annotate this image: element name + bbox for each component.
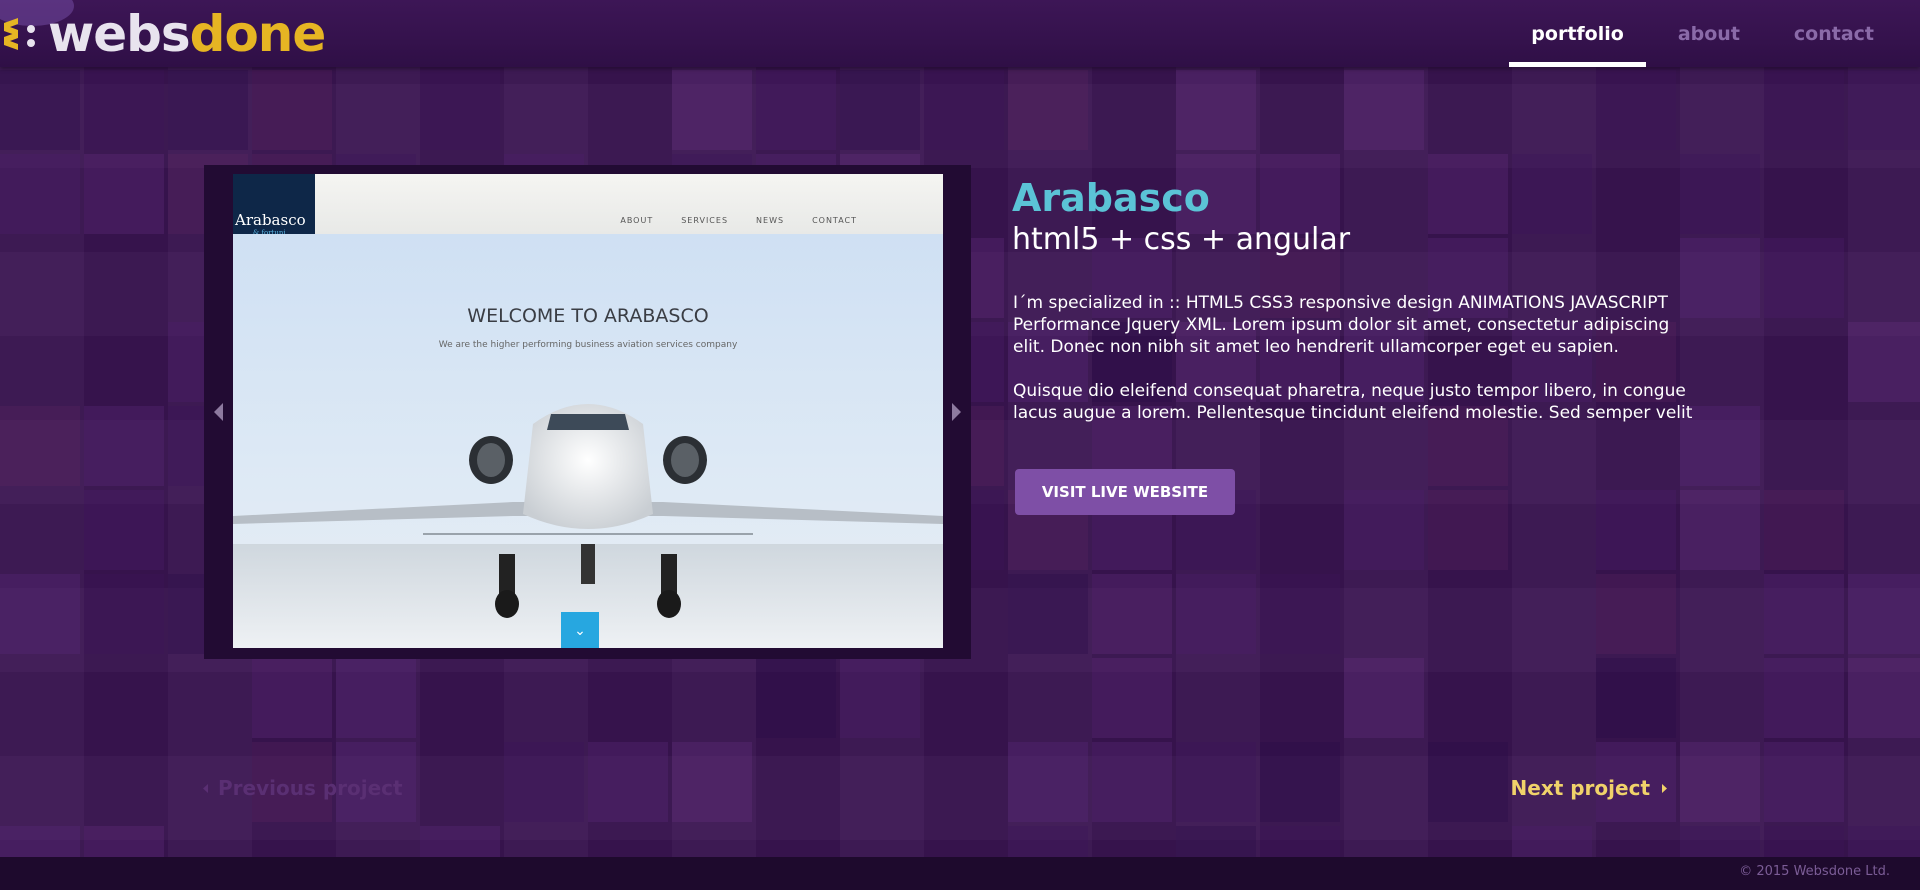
project-slider: Arabasco & fortuni ABOUT SERVICES NEWS C… (204, 165, 971, 659)
nav-item-portfolio[interactable]: portfolio (1509, 0, 1646, 67)
screenshot-subline: We are the higher performing business av… (438, 340, 738, 350)
screenshot-headline: WELCOME TO ARABASCO (467, 305, 709, 327)
nav-item-about[interactable]: about (1656, 0, 1762, 67)
project-description: I´m specialized in :: HTML5 CSS3 respons… (1013, 292, 1670, 357)
screenshot-logo-text: Arabasco (235, 211, 306, 229)
screenshot-scroll-down-icon: ⌄ (561, 612, 599, 648)
chevron-left-icon (203, 783, 208, 793)
chevron-left-icon (214, 403, 223, 421)
slider-prev-button[interactable] (204, 165, 232, 659)
chevron-right-icon (1662, 783, 1667, 793)
site-footer: © 2015 Websdone Ltd. (0, 857, 1920, 890)
chevron-right-icon (952, 403, 961, 421)
logo[interactable]: websdone (0, 0, 326, 64)
project-screenshot: Arabasco & fortuni ABOUT SERVICES NEWS C… (233, 174, 943, 648)
screenshot-menu-item: ABOUT (620, 216, 654, 225)
screenshot-menu-item: CONTACT (812, 216, 857, 225)
screenshot-menu-item: NEWS (756, 216, 785, 225)
nav-item-contact[interactable]: contact (1772, 0, 1896, 67)
project-tech-stack: html5 + css + angular (1012, 221, 1351, 257)
screenshot-menu-item: SERVICES (681, 216, 729, 225)
copyright-text: © 2015 Websdone Ltd. (1739, 864, 1890, 879)
next-project-link[interactable]: Next project (1511, 776, 1668, 800)
airplane-image (233, 404, 943, 648)
project-info: Arabasco html5 + css + angular I´m speci… (1012, 176, 1702, 515)
previous-project-label: Previous project (218, 776, 403, 800)
logo-text: websdone (48, 9, 326, 59)
visit-live-website-button[interactable]: VISIT LIVE WEBSITE (1015, 468, 1235, 515)
next-project-label: Next project (1510, 776, 1650, 800)
screenshot-site-menu: ABOUT SERVICES NEWS CONTACT (620, 216, 857, 225)
site-header: websdone portfolio about contact (0, 0, 1920, 67)
project-description: Quisque dio eleifend consequat pharetra,… (1013, 380, 1693, 423)
logo-mark-icon (0, 12, 44, 56)
project-title: Arabasco (1012, 176, 1210, 220)
screenshot-site-header (233, 174, 943, 234)
slider-next-button[interactable] (943, 165, 971, 659)
previous-project-link[interactable]: Previous project (202, 776, 403, 800)
logo-text-done: done (189, 5, 327, 63)
main-nav: portfolio about contact (1499, 0, 1896, 67)
